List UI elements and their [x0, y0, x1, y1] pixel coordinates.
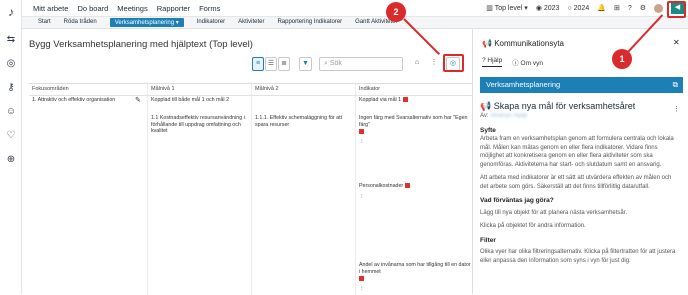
indicator-cell[interactable]: Ingen färg med Svarsalternativ som har "… [359, 115, 471, 128]
status-square [403, 97, 409, 103]
filter-icon[interactable]: ▼ [299, 57, 312, 71]
nav-meetings[interactable]: Meetings [117, 4, 147, 13]
expand-icon[interactable]: ⧉ [673, 77, 678, 93]
section-heading: Filter [480, 236, 496, 244]
logo-icon: ♪ [8, 5, 14, 19]
indicator-label: Andel av invånarna som har tillgång till… [359, 262, 471, 275]
indicator-cell[interactable]: Kopplad via mål 1 [359, 97, 471, 104]
section-heading: Syfte [480, 126, 496, 134]
goal-level2-cell[interactable]: 1.1.1. Effektiv schemaläggning för att s… [255, 115, 353, 128]
planning-grid: Fokusområden Målnivå 1 Målnivå 2 Indikat… [29, 83, 473, 295]
page-title: Bygg Verksamhetsplanering med hjälptext … [29, 39, 253, 50]
tree-icon[interactable]: ⫶ [361, 194, 363, 201]
column-header: Indikator [359, 86, 381, 92]
view-compact-icon[interactable]: ☰ [265, 57, 277, 71]
top-navigation: Mitt arbete Do board Meetings Rapporter … [22, 0, 688, 17]
panel-title: 📢 Kommunikationsyta [482, 39, 564, 48]
key-icon[interactable]: ⚷ [5, 82, 17, 94]
tab-about-view[interactable]: ⓘ Om vyn [512, 57, 543, 67]
tab-roda-traden[interactable]: Röda tråden [64, 19, 97, 27]
tab-verksamhetsplanering[interactable]: Verksamhetsplanering ▾ [109, 18, 184, 27]
paragraph: Att arbeta med indikatorer är ett sätt a… [480, 175, 672, 190]
tag-icon[interactable]: ⌂ [411, 57, 423, 71]
post-title-text: Skapa nya mål för verksamhetsåret [493, 101, 636, 111]
tab-about-label: Om vyn [520, 60, 543, 67]
grid-icon[interactable]: ⊞ [614, 4, 620, 12]
highlight-box [443, 54, 464, 72]
paragraph: Lägg till nya objekt för att planera näs… [480, 209, 628, 216]
more-icon[interactable]: ⋮ [430, 57, 438, 71]
indicator-cell[interactable]: Personalkostnader [359, 183, 471, 190]
bell-icon[interactable]: 🔔 [597, 4, 606, 12]
heart-icon[interactable]: ♡ [5, 130, 17, 142]
indicator-label: Ingen färg med Svarsalternativ som har "… [359, 115, 468, 128]
search-input[interactable]: ⌕ Sök [319, 57, 403, 71]
indicator-label: Personalkostnader [359, 183, 404, 189]
help-content: 📢 Skapa nya mål för verksamhetsåret Av: … [480, 101, 680, 265]
gear-icon[interactable]: ⚙ [640, 4, 646, 12]
help-icon[interactable]: ? [628, 5, 632, 12]
tab-indikatorer[interactable]: Indikatorer [197, 19, 225, 27]
add-icon[interactable]: ⊕ [5, 154, 17, 166]
avatar[interactable] [654, 3, 663, 13]
indicator-label: Kopplad via mål 1 [359, 97, 402, 103]
column-header: Målnivå 2 [255, 86, 279, 92]
focus-area-cell[interactable]: 1. Attraktiv och effektiv organisation [32, 97, 132, 104]
expand-icon[interactable]: ⇆ [5, 34, 17, 46]
nav-do-board[interactable]: Do board [77, 4, 108, 13]
author-prefix: Av: [480, 113, 489, 119]
year-2024[interactable]: ○ 2024 [567, 5, 589, 12]
left-rail: ♪ ⇆ ◎ ⚷ ☺ ♡ ⊕ [0, 0, 22, 294]
more-icon[interactable]: ⋮ [673, 105, 680, 113]
tab-help[interactable]: ? Hjälp [482, 57, 503, 67]
search-placeholder: Sök [329, 60, 342, 67]
level-selector[interactable]: ▥ Top level ▾ [486, 4, 528, 12]
nav-forms[interactable]: Forms [199, 4, 220, 13]
indicator-cell[interactable]: Andel av invånarna som har tillgång till… [359, 262, 471, 275]
paragraph: Olika vyer har olika filtreringsalternat… [480, 249, 676, 264]
sub-navigation: Start Röda tråden Verksamhetsplanering ▾… [22, 17, 688, 29]
goal-level1-cell[interactable]: 1.1 Kostnadseffektiv resursanvändning i … [151, 115, 249, 135]
panel-section-header: Verksamhetsplanering ⧉ [480, 77, 683, 93]
edit-icon[interactable]: ✎ [135, 97, 141, 105]
tree-icon[interactable]: ⫶ [361, 139, 363, 146]
tree-icon[interactable]: ⫶ [361, 286, 363, 293]
post-author: Av: Stratsys Hjälp [480, 112, 680, 121]
panel-header-text: Verksamhetsplanering [486, 80, 561, 89]
post-title: 📢 Skapa nya mål för verksamhetsåret [480, 101, 636, 111]
column-header: Målnivå 1 [151, 86, 175, 92]
status-square [405, 183, 411, 189]
column-header: Fokusområden [32, 86, 69, 92]
communication-panel: 📢 Kommunikationsyta ✕ ? Hjälp ⓘ Om vyn V… [472, 29, 688, 294]
goal-level1-cell[interactable]: Kopplad till både mål 1 och mål 2 [151, 97, 249, 104]
year-2023[interactable]: ◉ 2023 [536, 4, 560, 12]
author-name: Stratsys Hjälp [490, 113, 528, 119]
tab-start[interactable]: Start [38, 19, 51, 27]
tab-aktiviteter[interactable]: Aktiviteter [238, 19, 264, 27]
highlight-box [667, 1, 686, 18]
tab-rapportering-indikatorer[interactable]: Rapportering Indikatorer [277, 19, 342, 27]
nav-rapporter[interactable]: Rapporter [157, 4, 190, 13]
step-marker-2: 2 [386, 2, 406, 22]
paragraph: Arbeta fram en verksamhetsplan genom att… [480, 136, 674, 168]
status-square [359, 129, 364, 136]
panel-title-text: Kommunikationsyta [494, 39, 564, 48]
year-2024-label: 2024 [573, 4, 590, 12]
nav-mitt-arbete[interactable]: Mitt arbete [33, 4, 68, 13]
tab-help-label: Hjälp [487, 57, 503, 64]
step-marker-1: 1 [612, 49, 632, 69]
view-list-icon[interactable]: ≡ [252, 57, 264, 71]
view-table-icon[interactable]: ≣ [278, 57, 290, 71]
user-icon[interactable]: ☺ [5, 106, 17, 118]
goal-icon[interactable]: ◎ [5, 58, 17, 70]
year-2023-label: 2023 [543, 5, 560, 12]
paragraph: Klicka på objektet för andra information… [480, 223, 586, 229]
main-content: Bygg Verksamhetsplanering med hjälptext … [22, 29, 473, 295]
close-icon[interactable]: ✕ [673, 38, 680, 47]
level-label: Top level [494, 5, 523, 12]
status-square [359, 276, 364, 283]
section-heading: Vad förväntas jag göra? [480, 197, 554, 204]
